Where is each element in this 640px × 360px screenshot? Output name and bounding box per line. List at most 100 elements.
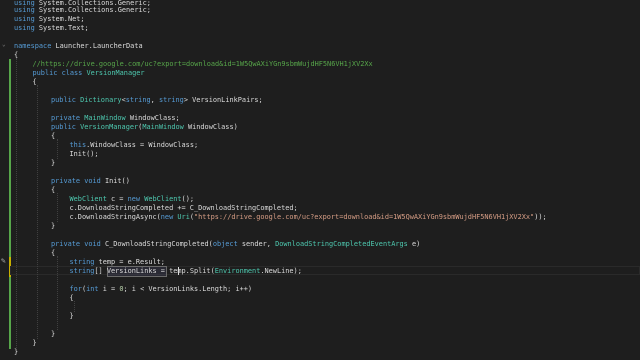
code-token: ; i < VersionLinks.Length; i++)	[123, 285, 253, 293]
code-token: int	[86, 285, 99, 293]
indent-guide	[74, 301, 75, 312]
code-token: //https://drive.google.com/uc?export=dow…	[32, 60, 373, 68]
code-line[interactable]: private void Init()	[51, 177, 130, 186]
indent-guide	[16, 58, 17, 348]
code-token: sender,	[237, 240, 276, 248]
code-line[interactable]: using System.Text;	[14, 24, 89, 33]
code-token: ();	[181, 195, 194, 203]
code-line[interactable]: public class VersionManager	[33, 69, 145, 78]
code-line[interactable]: }	[70, 312, 74, 321]
code-token: [] VersionLinks = temp.Split(	[94, 267, 215, 275]
code-token: WindowClass;	[125, 114, 180, 122]
code-token: Init()	[100, 177, 130, 185]
code-token: VersionManager	[80, 123, 139, 131]
code-token: void	[84, 177, 101, 185]
code-token: temp = e.Result;	[94, 258, 165, 266]
code-line[interactable]: //https://drive.google.com/uc?export=dow…	[33, 60, 373, 69]
code-line[interactable]: }	[51, 222, 55, 231]
code-token: private	[51, 114, 81, 122]
code-token: e)	[407, 240, 421, 248]
code-token: {	[14, 51, 19, 59]
code-token: public	[51, 96, 76, 104]
code-line[interactable]: }	[33, 339, 37, 348]
code-token: }	[51, 222, 56, 230]
code-token: public	[32, 69, 58, 77]
code-token: VersionManager	[86, 69, 145, 77]
code-line[interactable]: {	[70, 294, 74, 303]
code-token: }	[32, 339, 37, 347]
indent-guide	[57, 256, 58, 330]
code-token: {	[32, 78, 37, 86]
code-token: {	[69, 294, 74, 302]
code-line[interactable]: {	[51, 249, 55, 258]
code-token: c.DownloadStringCompleted += C_DownloadS…	[69, 204, 298, 212]
code-line[interactable]: c.DownloadStringAsync(new Uri("https://d…	[70, 213, 547, 222]
code-token: MainWindow	[84, 114, 126, 122]
collapse-chevron-icon[interactable]: ⌄	[2, 41, 6, 48]
code-token: c =	[106, 195, 128, 203]
code-line[interactable]: public VersionManager(MainWindow WindowC…	[51, 123, 238, 132]
code-line[interactable]: WebClient c = new WebClient();	[70, 195, 195, 204]
code-token: using	[14, 24, 35, 32]
indent-guide	[57, 139, 58, 159]
code-line[interactable]: private MainWindow WindowClass;	[51, 114, 180, 123]
code-token: WebClient	[144, 195, 182, 203]
code-token: System.Text;	[34, 24, 89, 32]
code-line[interactable]: this.WindowClass = WindowClass;	[70, 141, 199, 150]
code-token: C_DownloadStringCompleted(	[100, 240, 213, 248]
code-line[interactable]: namespace Launcher.LauncherData	[14, 42, 143, 51]
code-token: WindowClass)	[183, 123, 238, 131]
code-line[interactable]: private void C_DownloadStringCompleted(o…	[51, 240, 420, 249]
code-token: Dictionary	[80, 96, 122, 104]
code-line[interactable]: {	[14, 51, 18, 60]
code-token: using	[14, 6, 35, 14]
code-line[interactable]: for(int i = 0; i < VersionLinks.Length; …	[70, 285, 253, 294]
code-token: {	[51, 249, 56, 257]
code-line[interactable]: string[] VersionLinks = temp.Split(Envir…	[70, 267, 302, 276]
code-token: using	[14, 15, 35, 23]
code-line[interactable]: public Dictionary<string, string> Versio…	[51, 96, 263, 105]
code-line[interactable]: {	[33, 78, 37, 87]
code-token: namespace	[14, 42, 52, 50]
code-token: private	[51, 240, 81, 248]
code-line[interactable]: }	[51, 330, 55, 339]
quick-action-pen-icon[interactable]: ✎	[1, 256, 6, 265]
code-token: object	[212, 240, 238, 248]
code-token: new	[127, 195, 141, 203]
indent-guide	[37, 85, 38, 339]
code-token: .NewLine);	[260, 267, 302, 275]
code-line[interactable]: }	[14, 348, 18, 357]
code-token: string	[158, 96, 184, 104]
code-token: ));	[534, 213, 547, 221]
change-marker-saved	[9, 59, 11, 349]
code-line[interactable]: c.DownloadStringCompleted += C_DownloadS…	[70, 204, 298, 213]
code-token: public	[51, 123, 76, 131]
code-token: Launcher.LauncherData	[51, 42, 143, 50]
code-token: string	[69, 258, 95, 266]
code-line[interactable]: Init();	[70, 150, 99, 159]
code-line[interactable]: {	[51, 132, 55, 141]
code-line[interactable]: using System.Net;	[14, 15, 85, 24]
code-token: > VersionLinkPairs;	[183, 96, 263, 104]
code-token: "https://drive.google.com/uc?export=down…	[194, 213, 535, 221]
code-token: System.Net;	[34, 15, 85, 23]
code-token: this	[69, 141, 87, 149]
code-token: }	[69, 312, 74, 320]
code-token: DownloadStringCompletedEventArgs	[275, 240, 408, 248]
indent-guide	[57, 193, 58, 222]
code-line[interactable]: {	[51, 186, 55, 195]
code-token: }	[51, 330, 56, 338]
code-token: {	[51, 186, 56, 194]
code-token: Init();	[69, 150, 99, 158]
code-token: ,	[150, 96, 159, 104]
code-token: Uri	[177, 213, 190, 221]
code-line[interactable]: using System.Collections.Generic;	[14, 6, 151, 15]
code-editor[interactable]: ⌄ ✎ using System.Collections.Generic; usi…	[0, 0, 640, 360]
code-token: {	[51, 132, 56, 140]
code-line[interactable]: }	[51, 159, 55, 168]
code-token: }	[14, 348, 19, 356]
code-line[interactable]: string temp = e.Result;	[70, 258, 165, 267]
code-token: Environment	[214, 267, 261, 275]
code-token: string	[69, 267, 95, 275]
code-token: for	[69, 285, 82, 293]
